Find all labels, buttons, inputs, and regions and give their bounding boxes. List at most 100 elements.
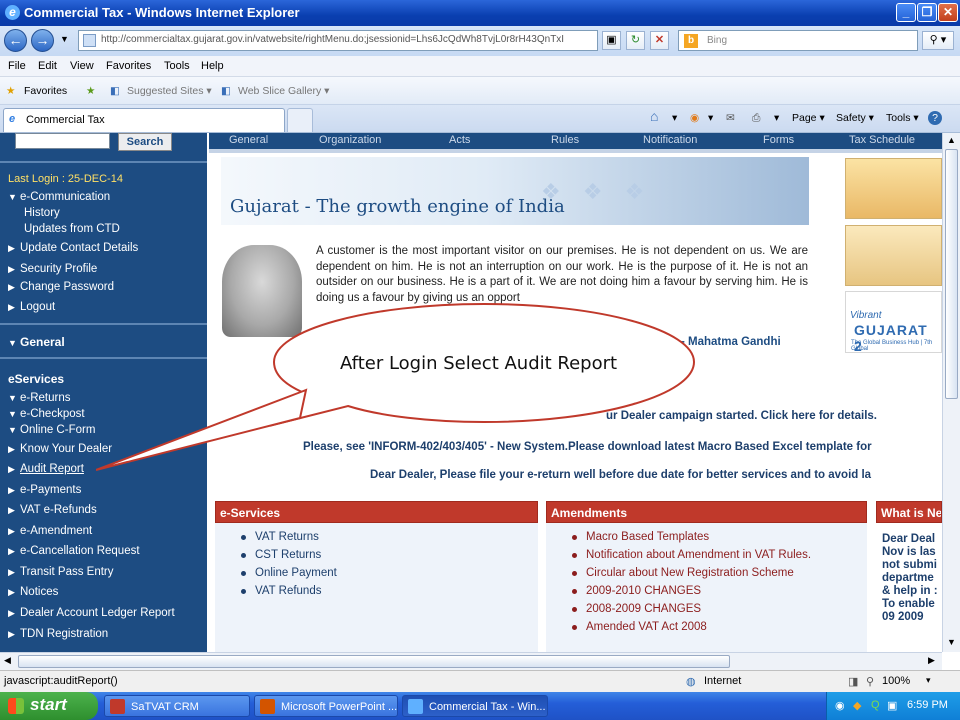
- search-go-icon[interactable]: ⚲ ▾: [922, 31, 954, 50]
- safety-menu[interactable]: Safety ▾: [836, 112, 874, 124]
- forward-button[interactable]: →: [31, 29, 54, 52]
- scroll-up-icon[interactable]: ▲: [947, 135, 956, 145]
- feeds-dropdown-icon[interactable]: ▾: [708, 112, 713, 124]
- scroll-left-icon[interactable]: ◀: [4, 655, 11, 666]
- list-item[interactable]: VAT Returns: [215, 528, 538, 546]
- web-slice-gallery-link[interactable]: Web Slice Gallery ▾: [238, 85, 329, 97]
- close-button[interactable]: ✕: [938, 3, 958, 22]
- chevron-down-icon: ▼: [8, 425, 17, 435]
- scroll-down-icon[interactable]: ▼: [947, 637, 956, 647]
- site-search-input[interactable]: [15, 133, 110, 149]
- sidebar-item-e-payments[interactable]: ▶ e-Payments: [8, 484, 81, 496]
- maximize-button[interactable]: ❐: [917, 3, 937, 22]
- address-input[interactable]: http://commercialtax.gujarat.gov.in/vatw…: [78, 30, 598, 51]
- vibrant-gujarat-logo[interactable]: Vibrant GUJARAT 2 The Global Business Hu…: [845, 291, 942, 354]
- menu-file[interactable]: File: [8, 60, 26, 72]
- taskbar-item-powerpoint[interactable]: Microsoft PowerPoint ...: [254, 695, 398, 717]
- horizontal-scroll-thumb[interactable]: [18, 655, 730, 668]
- topnav-forms[interactable]: Forms: [763, 134, 794, 146]
- home-icon[interactable]: ⌂: [650, 108, 658, 124]
- suggested-sites-link[interactable]: Suggested Sites ▾: [127, 85, 212, 97]
- list-item[interactable]: CST Returns: [215, 546, 538, 564]
- protected-mode-icon[interactable]: ◨: [848, 675, 858, 688]
- sidebar-item-logout[interactable]: ▶ Logout: [8, 301, 55, 313]
- list-item[interactable]: Amended VAT Act 2008: [546, 618, 867, 636]
- vertical-scroll-thumb[interactable]: [945, 149, 958, 399]
- sidebar-item-tdn-registration[interactable]: ▶ TDN Registration: [8, 628, 108, 640]
- help-icon[interactable]: ?: [928, 111, 942, 125]
- sidebar-item-online-c-form[interactable]: ▼ Online C-Form: [8, 424, 95, 436]
- zoom-level[interactable]: 100%: [882, 675, 910, 687]
- list-item[interactable]: 2009-2010 CHANGES: [546, 582, 867, 600]
- sidebar-item-change-password[interactable]: ▶ Change Password: [8, 281, 114, 293]
- menu-favorites[interactable]: Favorites: [106, 60, 151, 72]
- menu-view[interactable]: View: [70, 60, 94, 72]
- sidebar-item-update-contact-details[interactable]: ▶ Update Contact Details: [8, 242, 138, 254]
- print-icon[interactable]: ⎙: [752, 112, 760, 125]
- sidebar-item-security-profile[interactable]: ▶ Security Profile: [8, 263, 97, 275]
- refresh-icon[interactable]: ↻: [626, 31, 645, 50]
- stop-icon[interactable]: ✕: [650, 31, 669, 50]
- sidebar-item-transit-pass-entry[interactable]: ▶ Transit Pass Entry: [8, 566, 114, 578]
- list-item-label: CST Returns: [255, 549, 322, 561]
- topnav-acts[interactable]: Acts: [449, 134, 470, 146]
- search-input[interactable]: b Bing: [678, 30, 918, 51]
- sidebar-item-history[interactable]: History: [24, 207, 60, 219]
- home-dropdown-icon[interactable]: ▾: [672, 112, 677, 124]
- tools-menu[interactable]: Tools ▾: [886, 112, 919, 124]
- list-item[interactable]: 2008-2009 CHANGES: [546, 600, 867, 618]
- add-favorite-icon[interactable]: ★: [86, 85, 95, 97]
- page-menu[interactable]: Page ▾: [792, 112, 825, 124]
- sidebar-item-e-checkpost[interactable]: ▼ e-Checkpost: [8, 408, 85, 420]
- history-dropdown-icon[interactable]: ▼: [60, 34, 69, 44]
- menu-help[interactable]: Help: [201, 60, 224, 72]
- sidebar-item-updates-from-ctd[interactable]: Updates from CTD: [24, 223, 120, 235]
- list-item[interactable]: Circular about New Registration Scheme: [546, 564, 867, 582]
- tray-network-icon[interactable]: ▣: [887, 699, 897, 712]
- list-item[interactable]: Online Payment: [215, 564, 538, 582]
- feeds-icon[interactable]: ◉: [690, 112, 699, 124]
- sidebar-item-audit-report[interactable]: ▶ Audit Report: [8, 463, 84, 475]
- tray-bluetooth-icon[interactable]: ◉: [835, 699, 845, 712]
- general-header[interactable]: ▼ General: [8, 335, 65, 349]
- compatibility-icon[interactable]: ▣: [602, 31, 621, 50]
- sidebar-item-e-returns[interactable]: ▼ e-Returns: [8, 392, 71, 404]
- list-item[interactable]: VAT Refunds: [215, 582, 538, 600]
- ie-icon: e: [5, 5, 20, 20]
- vertical-scrollbar[interactable]: ▲ ▼: [942, 133, 960, 652]
- list-item[interactable]: Notification about Amendment in VAT Rule…: [546, 546, 867, 564]
- scroll-right-icon[interactable]: ▶: [928, 655, 935, 666]
- bing-icon: b: [684, 34, 698, 48]
- topnav-rules[interactable]: Rules: [551, 134, 579, 146]
- topnav-tax-schedule[interactable]: Tax Schedule: [849, 134, 915, 146]
- favorites-button[interactable]: Favorites: [24, 85, 67, 97]
- print-dropdown-icon[interactable]: ▾: [774, 112, 779, 124]
- site-search-button[interactable]: Search: [118, 133, 172, 151]
- menu-tools[interactable]: Tools: [164, 60, 190, 72]
- sidebar-item-e-cancellation-request[interactable]: ▶ e-Cancellation Request: [8, 545, 140, 557]
- back-button[interactable]: ←: [4, 29, 27, 52]
- topnav-general[interactable]: General: [229, 134, 268, 146]
- minimize-button[interactable]: _: [896, 3, 916, 22]
- mail-icon[interactable]: ✉: [726, 112, 735, 124]
- sidebar-item-e-amendment[interactable]: ▶ e-Amendment: [8, 525, 92, 537]
- new-tab-button[interactable]: [287, 108, 313, 132]
- list-item[interactable]: Macro Based Templates: [546, 528, 867, 546]
- horizontal-scrollbar[interactable]: ◀ ▶: [0, 652, 942, 670]
- tray-q-icon[interactable]: Q: [871, 699, 880, 711]
- zoom-icon[interactable]: ⚲: [866, 675, 874, 688]
- menu-edit[interactable]: Edit: [38, 60, 57, 72]
- zoom-dropdown-icon[interactable]: ▾: [926, 675, 931, 686]
- tray-shield-icon[interactable]: ◆: [853, 699, 861, 712]
- taskbar-item-satvat[interactable]: SaTVAT CRM: [104, 695, 250, 717]
- taskbar-item-commercial-tax[interactable]: Commercial Tax - Win...: [402, 695, 548, 717]
- start-button[interactable]: start: [0, 692, 98, 720]
- inform-notice[interactable]: Please, see 'INFORM-402/403/405' - New S…: [303, 441, 872, 453]
- sidebar-item-vat-e-refunds[interactable]: ▶ VAT e-Refunds: [8, 504, 97, 516]
- sidebar-item-notices[interactable]: ▶ Notices: [8, 586, 58, 598]
- topnav-organization[interactable]: Organization: [319, 134, 381, 146]
- sidebar-item-dealer-account-ledger-report[interactable]: ▶ Dealer Account Ledger Report: [8, 607, 175, 619]
- sidebar-item-e-communication[interactable]: ▼ e-Communication: [8, 191, 110, 203]
- topnav-notification[interactable]: Notification: [643, 134, 697, 146]
- tab-commercial-tax[interactable]: e Commercial Tax: [3, 108, 285, 132]
